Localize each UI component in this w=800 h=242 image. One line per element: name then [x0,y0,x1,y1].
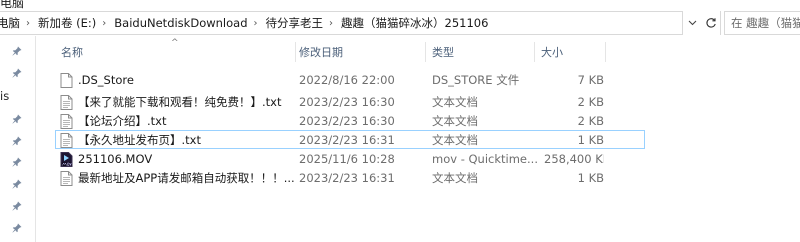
file-size: 1 KB [577,171,604,185]
pin-icon[interactable] [12,114,22,124]
file-type: 文本文档 [432,171,478,185]
breadcrumb-item-pc[interactable]: 电脑 [0,15,22,31]
breadcrumb[interactable]: 电脑 › 新加卷 (E:) › BaiduNetdiskDownload › 待… [0,11,683,35]
file-date: 2025/11/6 10:28 [299,152,395,166]
file-name: 251106.MOV [78,152,153,166]
file-type: DS_STORE 文件 [432,73,520,87]
column-divider[interactable] [605,42,606,62]
file-type: 文本文档 [432,95,478,109]
file-name-cell: 最新地址及APP请发邮箱自动获取！！！.... [60,169,294,188]
column-header-date[interactable]: 修改日期 [293,38,427,66]
breadcrumb-chevron-icon[interactable]: › [98,18,110,29]
file-name-cell: .DS_Store [60,71,294,90]
file-row[interactable]: 【来了就能下载和观看！纯免费！】.txt 2023/2/23 16:30 文本文… [55,92,645,111]
refresh-button[interactable] [701,11,721,35]
breadcrumb-chevron-icon[interactable]: › [325,18,337,29]
file-name-cell: 251106.MOV [60,150,294,169]
file-date: 2022/8/16 22:00 [299,73,395,87]
file-name: 最新地址及APP请发邮箱自动获取！！！.... [78,171,294,185]
file-row-selected[interactable]: 【永久地址发布页】.txt 2023/2/23 16:31 文本文档 1 KB [55,130,645,149]
file-date: 2023/2/23 16:31 [299,133,395,147]
column-header-name[interactable]: 名称 [55,38,295,66]
text-file-icon [60,114,73,129]
pin-icon[interactable] [12,201,22,211]
file-date: 2023/2/23 16:30 [299,95,395,109]
title-fragment: 电脑 [0,0,25,9]
file-type: mov - Quicktime... [432,152,538,166]
file-row[interactable]: 【论坛介绍】.txt 2023/2/23 16:30 文本文档 2 KB [55,111,645,130]
nav-item-fragment[interactable]: is [0,89,9,103]
file-date: 2023/2/23 16:31 [299,171,395,185]
breadcrumb-item-share[interactable]: 待分享老王 [262,15,326,31]
file-row[interactable]: .DS_Store 2022/8/16 22:00 DS_STORE 文件 7 … [55,70,645,89]
refresh-icon [705,18,716,28]
search-placeholder: 在 趣趣（猫猫碎冰冰）251106 中搜索 [731,16,800,30]
file-size: 2 KB [577,95,604,109]
file-name: 【论坛介绍】.txt [78,114,167,128]
navigation-pane: is [0,36,36,242]
chevron-down-icon [688,20,696,26]
file-name-cell: 【论坛介绍】.txt [60,112,294,131]
pin-icon[interactable] [12,223,22,233]
title-strip: 电脑 [0,0,800,9]
text-file-icon [60,171,73,186]
file-name: 【永久地址发布页】.txt [78,133,201,147]
pin-icon[interactable] [12,157,22,167]
address-dropdown-button[interactable] [683,11,701,35]
file-row[interactable]: 最新地址及APP请发邮箱自动获取！！！.... 2023/2/23 16:31 … [55,168,645,187]
search-input[interactable]: 在 趣趣（猫猫碎冰冰）251106 中搜索 [724,11,800,35]
file-type: 文本文档 [432,133,478,147]
pin-icon[interactable] [12,136,22,146]
breadcrumb-item-current[interactable]: 趣趣（猫猫碎冰冰）251106 [337,15,490,31]
file-name: 【来了就能下载和观看！纯免费！】.txt [78,95,282,109]
file-size: 1 KB [577,133,604,147]
text-file-icon [60,133,73,148]
pin-icon[interactable] [12,68,22,78]
pin-icon[interactable] [12,179,22,189]
column-header-size[interactable]: 大小 [535,38,605,66]
pin-icon[interactable] [12,46,22,56]
mov-file-icon [60,152,73,167]
text-file-icon [60,95,73,110]
column-header-bar: ^ 名称 修改日期 类型 大小 [37,38,800,66]
breadcrumb-item-drive[interactable]: 新加卷 (E:) [34,15,98,31]
address-bar: 电脑 › 新加卷 (E:) › BaiduNetdiskDownload › 待… [0,11,800,35]
file-name-cell: 【永久地址发布页】.txt [60,131,294,150]
column-header-type[interactable]: 类型 [426,38,536,66]
blank-file-icon [60,73,73,88]
file-size: 2 KB [577,114,604,128]
file-type: 文本文档 [432,114,478,128]
file-name-cell: 【来了就能下载和观看！纯免费！】.txt [60,93,294,112]
breadcrumb-chevron-icon[interactable]: › [22,18,34,29]
breadcrumb-item-download[interactable]: BaiduNetdiskDownload [110,16,249,30]
file-size: 258,400 KB [544,152,604,166]
file-name: .DS_Store [78,73,134,87]
file-size: 7 KB [577,73,604,87]
file-date: 2023/2/23 16:30 [299,114,395,128]
file-row[interactable]: 251106.MOV 2025/11/6 10:28 mov - Quickti… [55,149,645,168]
breadcrumb-chevron-icon[interactable]: › [250,18,262,29]
